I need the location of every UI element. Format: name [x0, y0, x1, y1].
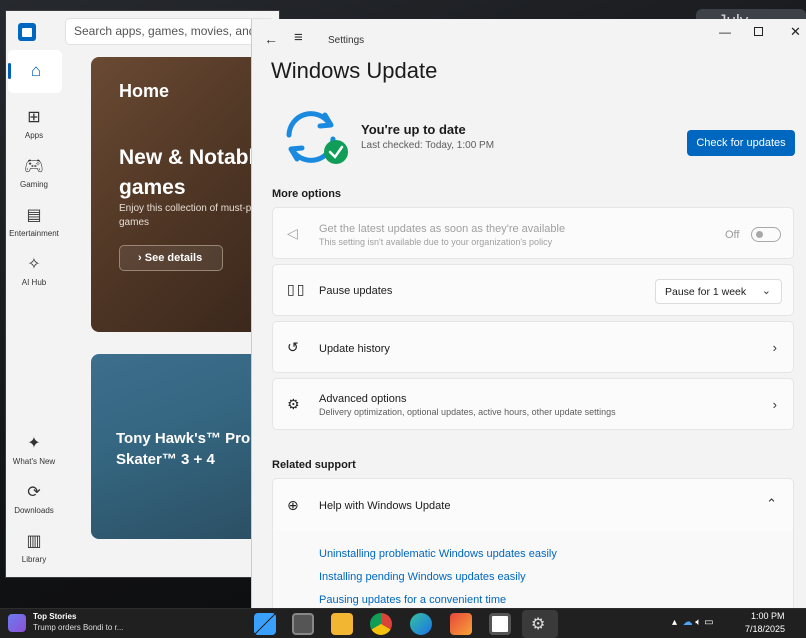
chevron-right-icon: › [138, 252, 145, 264]
nav-ai-hub-label: AI Hub [21, 278, 47, 287]
app-icon[interactable] [450, 613, 472, 635]
store-taskbar-icon[interactable] [489, 613, 511, 635]
update-history-row[interactable]: ↺ Update history › [272, 321, 794, 373]
nav-selected-indicator [8, 63, 11, 79]
nav-downloads-label: Downloads [14, 506, 54, 515]
store-logo-icon [18, 23, 36, 41]
chevron-right-icon: › [772, 397, 777, 412]
store-search-input[interactable]: Search apps, games, movies, and more [65, 18, 275, 45]
latest-updates-label: Get the latest updates as soon as they'r… [319, 223, 566, 235]
nav-library[interactable]: ▥ Library [6, 531, 62, 564]
nav-ai-hub[interactable]: ✧ AI Hub [6, 254, 62, 287]
sparkle-icon: ✧ [27, 256, 41, 273]
home-icon: ⌂ [30, 61, 42, 80]
help-with-update-row[interactable]: ⊕ Help with Windows Update ⌃ [272, 478, 794, 532]
taskbar: Top Stories Trump orders Bondi to r... ⚙… [0, 608, 806, 638]
minimize-icon[interactable]: — [719, 25, 731, 39]
advanced-options-row[interactable]: ⚙ Advanced options Delivery optimization… [272, 378, 794, 430]
toggle-state-label: Off [725, 229, 740, 241]
settings-taskbar-button[interactable]: ⚙ [522, 610, 558, 638]
advanced-options-description: Delivery optimization, optional updates,… [319, 407, 616, 417]
nav-apps[interactable]: ⊞ Apps [6, 107, 62, 140]
pause-updates-label: Pause updates [319, 285, 393, 297]
megaphone-icon: ✦ [27, 435, 41, 452]
pause-icon: ▯▯ [287, 281, 307, 297]
nav-entertainment-label: Entertainment [9, 229, 59, 238]
news-title[interactable]: Top Stories [33, 612, 76, 621]
onedrive-icon: ☁ [682, 617, 693, 628]
more-options-heading: More options [272, 188, 342, 200]
window-title: Settings [328, 35, 365, 46]
gear-icon: ⚙ [531, 616, 546, 633]
chrome-icon[interactable] [370, 613, 392, 635]
latest-updates-toggle[interactable] [751, 227, 781, 242]
chevron-right-icon: › [772, 340, 777, 355]
globe-icon: ⊕ [287, 497, 299, 513]
pause-duration-value: Pause for 1 week [665, 286, 747, 298]
hero-title: Home [119, 81, 170, 101]
close-icon[interactable]: ✕ [790, 24, 801, 40]
nav-downloads[interactable]: ⟳ Downloads [6, 482, 62, 515]
help-link[interactable]: Installing pending Windows updates easil… [319, 571, 526, 583]
page-title: Windows Update [271, 58, 438, 83]
chevron-down-icon: ⌄ [761, 285, 771, 297]
library-icon: ▥ [26, 533, 42, 550]
help-with-update-label: Help with Windows Update [319, 500, 451, 512]
featured-game-title: Tony Hawk's™ Pro Skater™ 3 + 4 [116, 430, 251, 468]
start-icon[interactable] [254, 613, 276, 635]
nav-gaming[interactable]: 🎮︎ Gaming [6, 156, 62, 189]
nav-entertainment[interactable]: ▤ Entertainment [6, 205, 62, 238]
clock-time[interactable]: 1:00 PM [751, 611, 785, 621]
chevron-up-icon: ▴ [672, 617, 678, 628]
edge-icon[interactable] [410, 613, 432, 635]
file-explorer-icon[interactable] [331, 613, 353, 635]
nav-library-label: Library [21, 555, 47, 564]
hero-subtitle: Enjoy this collection of must-play games [119, 203, 261, 228]
latest-updates-row: ◁ Get the latest updates as soon as they… [272, 207, 794, 259]
speaker-icon: 🔈︎ [695, 617, 702, 628]
toggle-knob [756, 231, 763, 238]
advanced-options-label: Advanced options [319, 393, 407, 405]
help-link[interactable]: Pausing updates for a convenient time [319, 594, 506, 606]
related-support-heading: Related support [272, 459, 356, 471]
film-icon: ▤ [26, 207, 42, 224]
nav-whats-new[interactable]: ✦ What's New [6, 433, 62, 466]
help-link[interactable]: Uninstalling problematic Windows updates… [319, 548, 557, 560]
history-icon: ↺ [287, 339, 299, 355]
gamepad-icon: 🎮︎ [23, 158, 45, 175]
update-sync-icon [286, 111, 348, 164]
download-icon: ⟳ [27, 484, 41, 501]
gears-icon: ⚙ [287, 396, 300, 412]
latest-updates-policy-note: This setting isn't available due to your… [319, 237, 553, 247]
see-details-label: See details [144, 252, 203, 264]
system-tray[interactable]: ▴ ☁ 🔈︎ ▭ [672, 617, 714, 628]
network-icon: ▭ [704, 617, 714, 628]
hero-headline: New & Notable games [119, 146, 261, 199]
clock-date[interactable]: 7/18/2025 [745, 624, 785, 634]
hero-card[interactable]: Home New & Notable games Enjoy this coll… [91, 57, 261, 332]
pause-duration-dropdown[interactable]: Pause for 1 week ⌄ [655, 279, 782, 304]
nav-home[interactable]: ⌂ [8, 50, 62, 93]
megaphone-icon: ◁ [287, 225, 298, 241]
task-view-icon[interactable] [292, 613, 314, 635]
pause-updates-row: ▯▯ Pause updates Pause for 1 week ⌄ [272, 264, 794, 316]
update-history-label: Update history [319, 343, 390, 355]
see-details-button[interactable]: › See details [119, 245, 223, 271]
store-window: Search apps, games, movies, and more ⌂ ⊞… [5, 10, 280, 578]
news-headline[interactable]: Trump orders Bondi to r... [33, 623, 123, 632]
news-widget-icon[interactable] [8, 614, 26, 632]
nav-apps-label: Apps [24, 131, 44, 140]
last-checked-text: Last checked: Today, 1:00 PM [361, 140, 495, 151]
nav-whats-new-label: What's New [12, 457, 56, 466]
nav-gaming-label: Gaming [19, 180, 48, 189]
featured-game-card[interactable]: Tony Hawk's™ Pro Skater™ 3 + 4 [91, 354, 261, 539]
maximize-icon[interactable] [754, 27, 763, 36]
settings-window: ← ≡ Settings — ✕ Windows Update You're u… [251, 19, 806, 610]
apps-icon: ⊞ [27, 109, 41, 126]
chevron-up-icon: ⌃ [766, 496, 777, 511]
menu-icon[interactable]: ≡ [294, 29, 303, 46]
check-for-updates-button[interactable]: Check for updates [687, 130, 795, 156]
status-title: You're up to date [361, 122, 466, 137]
back-arrow-icon[interactable]: ← [264, 31, 278, 47]
